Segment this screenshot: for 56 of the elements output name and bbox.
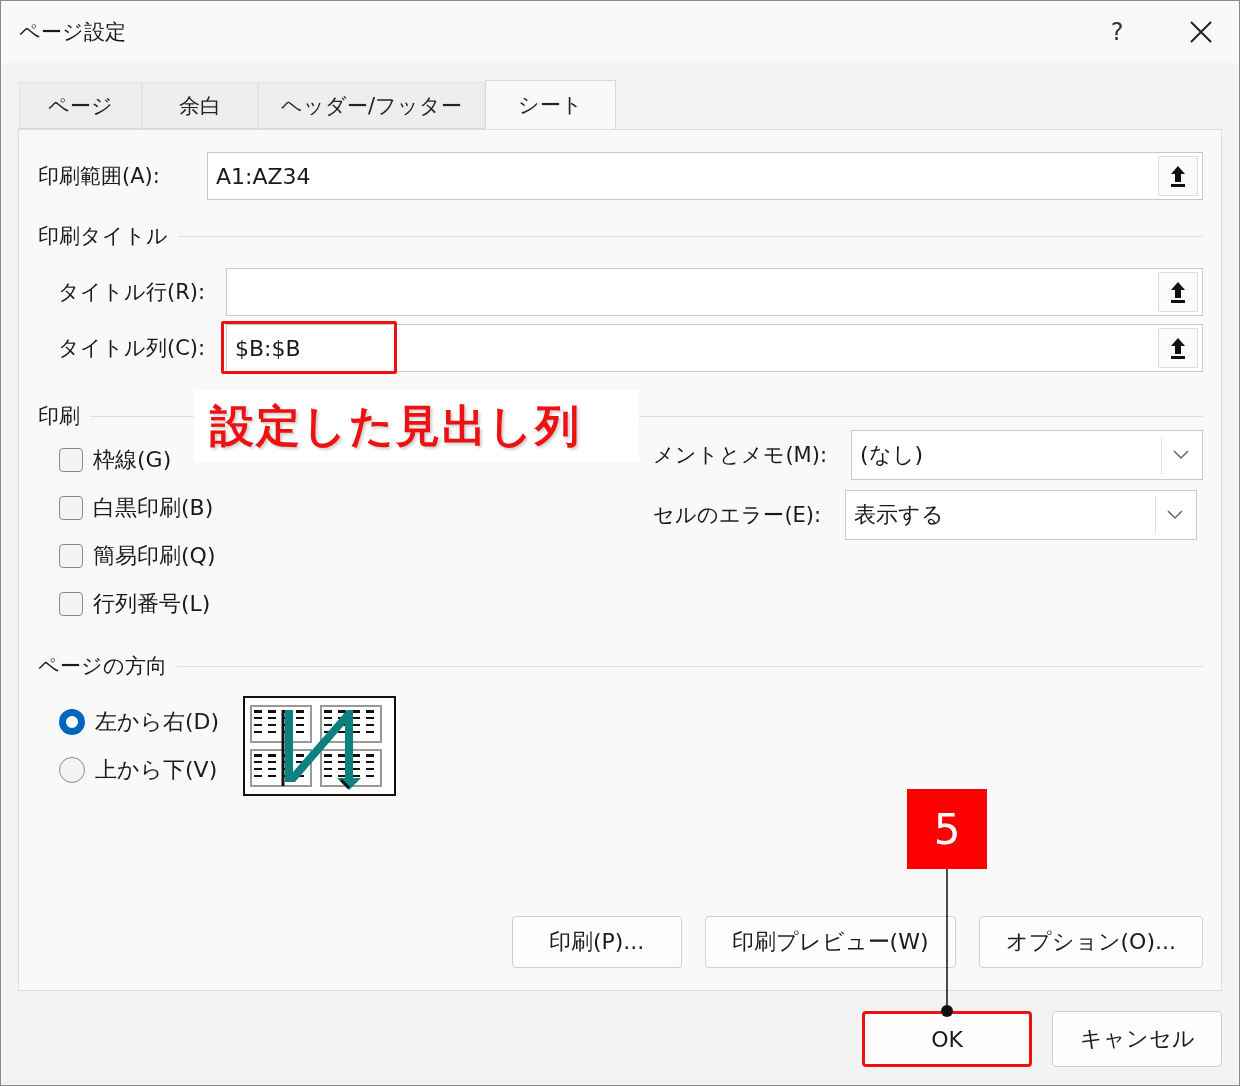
dropdown-value: (なし) [860,441,925,469]
collapse-button[interactable] [1158,156,1198,196]
cancel-button[interactable]: キャンセル [1052,1011,1222,1067]
radio-option[interactable]: 上から下(V) [59,756,220,784]
field-label: メントとメモ(M): [653,442,827,469]
option-label: 行列番号(L) [93,590,211,618]
window-title: ページ設定 [19,19,127,46]
section-heading: 印刷タイトル [38,223,168,250]
chevron-down-icon [1173,450,1189,460]
section-heading: 印刷 [38,403,80,430]
radio-option[interactable]: 左から右(D) [59,708,220,736]
field-label: セルのエラー(E): [653,502,822,529]
tab[interactable]: ヘッダー/フッター [258,82,486,129]
section-heading: ページの方向 [38,653,167,680]
tab[interactable]: 余白 [142,82,258,129]
field-label: 印刷範囲(A): [38,163,161,190]
field-value: A1:AZ34 [216,163,312,189]
close-icon [1189,20,1213,44]
help-button[interactable]: ? [1093,18,1141,46]
dialog-button[interactable]: 印刷プレビュー(W) [704,916,956,968]
checkbox[interactable] [59,496,83,520]
field-label: タイトル行(R): [58,279,207,306]
ok-button[interactable]: OK [862,1011,1032,1067]
step-badge: 5 [907,789,987,869]
checkbox-option[interactable]: 簡易印刷(Q) [59,542,216,570]
radio-button[interactable] [59,709,85,735]
tab[interactable]: ページ [19,82,142,129]
field-value: $B:$B [235,335,302,361]
option-label: 白黒印刷(B) [93,494,214,522]
option-label: 左から右(D) [95,708,220,736]
upload-arrow-icon [1169,336,1187,360]
option-label: 枠線(G) [93,446,172,474]
checkbox[interactable] [59,448,83,472]
dropdown[interactable]: 表示する [845,490,1198,540]
dropdown-value: 表示する [854,501,946,529]
option-label: 上から下(V) [95,756,218,784]
checkbox[interactable] [59,592,83,616]
radio-button[interactable] [59,757,85,783]
input-field[interactable]: A1:AZ34 [207,152,1203,200]
checkbox[interactable] [59,544,83,568]
input-field[interactable] [226,268,1203,316]
annotation-callout: 設定した見出し列 [194,390,639,462]
chevron-down-icon [1167,510,1184,520]
tab[interactable]: シート [485,80,617,129]
checkbox-option[interactable]: 行列番号(L) [59,590,216,618]
collapse-button[interactable] [1158,272,1198,312]
field-label: タイトル列(C): [58,335,207,362]
dialog-button[interactable]: 印刷(P)... [511,916,682,968]
input-field[interactable]: $B:$B [226,324,1203,372]
dialog-button[interactable]: オプション(O)... [978,916,1203,968]
collapse-button[interactable] [1158,328,1198,368]
upload-arrow-icon [1169,164,1187,188]
checkbox-option[interactable]: 白黒印刷(B) [59,494,216,522]
upload-arrow-icon [1169,280,1187,304]
option-label: 簡易印刷(Q) [93,542,216,570]
dropdown[interactable]: (なし) [851,430,1203,480]
